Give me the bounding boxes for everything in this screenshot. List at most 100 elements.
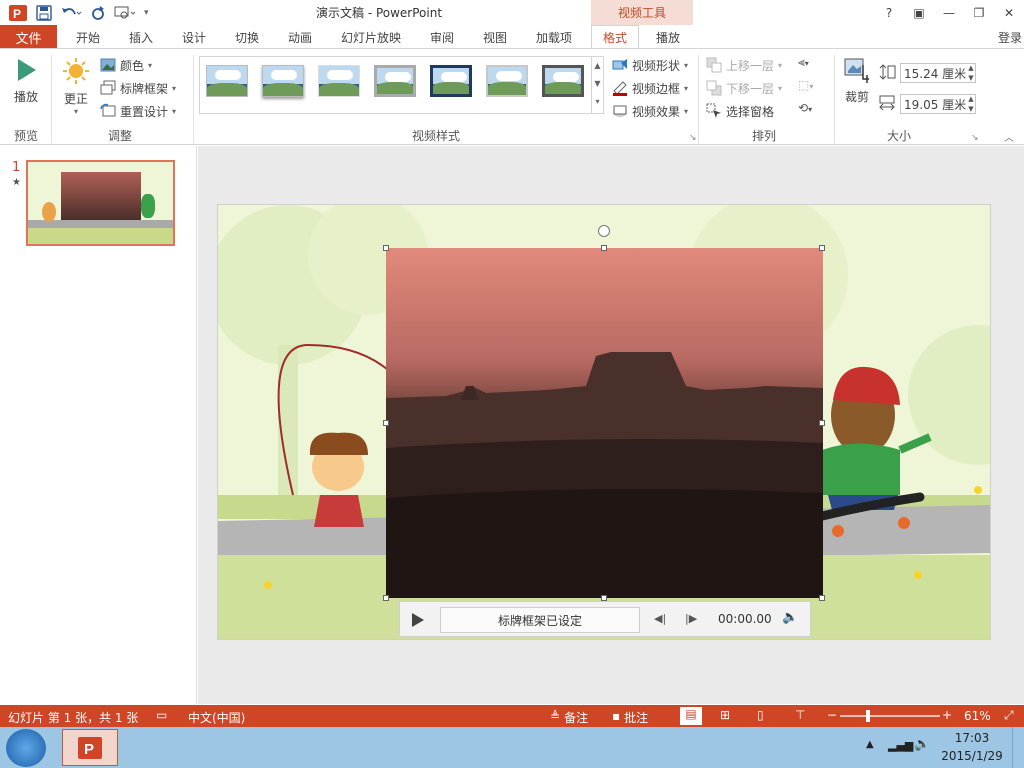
- video-border-button[interactable]: 视频边框 ▾: [612, 78, 688, 98]
- tab-home[interactable]: 开始: [67, 25, 109, 49]
- tab-review[interactable]: 审阅: [421, 25, 463, 49]
- maximize-button[interactable]: ❐: [964, 0, 994, 25]
- gallery-scroll[interactable]: ▲ ▼ ▾: [591, 57, 603, 113]
- video-style-thumbnail[interactable]: [318, 65, 360, 97]
- tab-format[interactable]: 格式: [591, 25, 639, 49]
- minimize-button[interactable]: —: [934, 0, 964, 25]
- color-button[interactable]: 颜色 ▾: [100, 55, 152, 75]
- reading-view-icon[interactable]: ▯: [757, 708, 764, 722]
- clock-time[interactable]: 17:03: [944, 731, 1000, 745]
- tab-transitions[interactable]: 切换: [226, 25, 268, 49]
- normal-view-icon[interactable]: ▤: [680, 707, 702, 725]
- resize-handle[interactable]: [819, 420, 825, 426]
- rotate-button[interactable]: ⟲▾: [798, 101, 828, 121]
- resize-handle[interactable]: [383, 420, 389, 426]
- video-style-thumbnail[interactable]: [430, 65, 472, 97]
- video-style-thumbnail[interactable]: [206, 65, 248, 97]
- video-styles-dialog-launcher[interactable]: ↘: [689, 133, 697, 143]
- powerpoint-logo-icon[interactable]: P: [8, 3, 28, 23]
- tab-design[interactable]: 设计: [173, 25, 215, 49]
- tab-slideshow[interactable]: 幻灯片放映: [335, 25, 407, 49]
- height-field[interactable]: 15.24 厘米 ▲ ▼: [900, 63, 978, 85]
- sign-in-link[interactable]: 登录: [998, 25, 1022, 49]
- video-effects-button[interactable]: 视频效果 ▾: [612, 101, 688, 121]
- rotate-handle-icon[interactable]: [598, 225, 610, 237]
- poster-frame-button[interactable]: 标牌框架 ▾: [100, 78, 176, 98]
- resize-handle[interactable]: [819, 245, 825, 251]
- undo-icon[interactable]: [60, 3, 82, 23]
- flower: [914, 571, 922, 579]
- customize-qat-icon[interactable]: ▾: [144, 3, 149, 23]
- close-button[interactable]: ✕: [994, 0, 1024, 25]
- resize-handle[interactable]: [383, 595, 389, 601]
- tab-addins[interactable]: 加载项: [527, 25, 581, 49]
- resize-handle[interactable]: [383, 245, 389, 251]
- reset-design-label: 重置设计: [120, 104, 169, 119]
- height-spinner[interactable]: ▲ ▼: [964, 63, 978, 83]
- zoom-in-button[interactable]: +: [942, 708, 952, 722]
- play-button[interactable]: 播放: [6, 57, 46, 105]
- group-objects-button[interactable]: ⬚▾: [798, 78, 828, 98]
- media-status-text[interactable]: 标牌框架已设定: [440, 607, 640, 633]
- start-button-icon[interactable]: [6, 729, 46, 767]
- resize-handle[interactable]: [601, 245, 607, 251]
- video-style-thumbnail[interactable]: [542, 65, 584, 97]
- width-field[interactable]: 19.05 厘米 ▲ ▼: [900, 94, 978, 116]
- tab-view[interactable]: 视图: [474, 25, 516, 49]
- skip-forward-icon[interactable]: |▶: [685, 612, 697, 625]
- comments-button[interactable]: ▪ 批注: [612, 709, 648, 726]
- language-indicator[interactable]: 中文(中国): [188, 709, 245, 726]
- video-style-thumbnail[interactable]: [374, 65, 416, 97]
- tab-animations[interactable]: 动画: [279, 25, 321, 49]
- size-dialog-launcher[interactable]: ↘: [971, 133, 979, 143]
- resize-handle[interactable]: [819, 595, 825, 601]
- spellcheck-icon[interactable]: ▭: [156, 708, 167, 722]
- zoom-out-button[interactable]: −: [827, 708, 837, 722]
- redo-icon[interactable]: [90, 3, 106, 23]
- height-value: 15.24 厘米: [904, 66, 967, 81]
- group-label-video-styles: 视频样式: [411, 129, 460, 143]
- slide-sorter-icon[interactable]: ⊞: [720, 708, 730, 722]
- network-icon[interactable]: ▂▄▆: [888, 739, 913, 752]
- save-icon[interactable]: [36, 3, 52, 23]
- video-shape-button[interactable]: 视频形状 ▾: [612, 55, 688, 75]
- desert-butte-scene: [386, 352, 823, 598]
- zoom-level[interactable]: 61%: [964, 709, 991, 723]
- height-icon: [878, 63, 896, 84]
- taskbar-powerpoint-button[interactable]: P: [62, 729, 118, 766]
- zoom-slider-track[interactable]: [840, 715, 940, 717]
- present-from-start-icon[interactable]: [114, 3, 136, 23]
- tray-expand-icon[interactable]: ▲: [866, 739, 874, 750]
- tab-insert[interactable]: 插入: [120, 25, 162, 49]
- clock-date[interactable]: 2015/1/29: [936, 749, 1008, 763]
- fit-to-window-icon[interactable]: ⤢: [1004, 708, 1014, 723]
- corrections-button[interactable]: 更正 ▾: [57, 57, 95, 116]
- video-frame[interactable]: [386, 248, 823, 598]
- tab-playback[interactable]: 播放: [644, 25, 692, 49]
- ribbon-display-options-button[interactable]: ▣: [904, 0, 934, 25]
- crop-button[interactable]: 裁剪: [840, 57, 874, 105]
- zoom-slider-thumb[interactable]: [866, 710, 870, 722]
- tab-file[interactable]: 文件: [0, 25, 57, 49]
- video-style-thumbnail[interactable]: [262, 65, 304, 97]
- bring-forward-button[interactable]: 上移一层 ▾: [706, 55, 782, 75]
- volume-icon[interactable]: 🔈: [782, 610, 798, 625]
- slide-canvas[interactable]: 标牌框架已设定 ◀| |▶ 00:00.00 🔈: [217, 204, 991, 640]
- align-button[interactable]: ⫷▾: [798, 55, 828, 75]
- slide-thumbnail[interactable]: [26, 160, 175, 246]
- selection-pane-button[interactable]: 选择窗格: [706, 101, 774, 121]
- notes-label: 备注: [564, 711, 589, 725]
- help-button[interactable]: ?: [874, 0, 904, 25]
- video-style-thumbnail[interactable]: [486, 65, 528, 97]
- collapse-ribbon-icon[interactable]: ︿: [1004, 129, 1014, 144]
- document-title: 演示文稿 - PowerPoint: [316, 6, 443, 20]
- skip-back-icon[interactable]: ◀|: [654, 612, 666, 625]
- notes-button[interactable]: ≜ 备注: [550, 709, 588, 726]
- width-spinner[interactable]: ▲ ▼: [964, 94, 978, 114]
- reset-design-button[interactable]: 重置设计 ▾: [100, 101, 176, 121]
- send-backward-button[interactable]: 下移一层 ▾: [706, 78, 782, 98]
- play-pause-button[interactable]: [408, 610, 428, 630]
- volume-tray-icon[interactable]: 🔈: [914, 737, 930, 752]
- show-desktop-button[interactable]: [1012, 727, 1024, 768]
- slideshow-view-icon[interactable]: ⊤: [795, 708, 805, 722]
